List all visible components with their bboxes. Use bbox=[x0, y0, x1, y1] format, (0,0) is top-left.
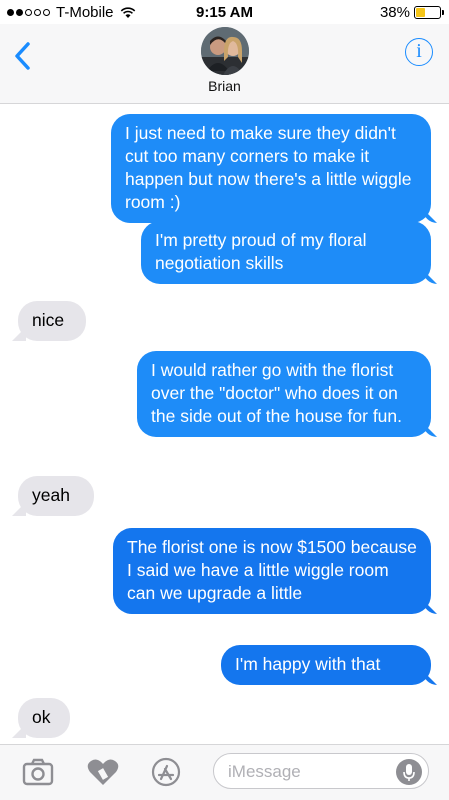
status-right: 38% bbox=[379, 4, 444, 21]
message-bubble-outgoing[interactable]: I would rather go with the florist over … bbox=[137, 351, 431, 437]
message-bubble-incoming[interactable]: nice bbox=[18, 301, 86, 341]
back-button[interactable] bbox=[10, 38, 38, 74]
message-bubble-incoming[interactable]: ok bbox=[18, 698, 70, 738]
microphone-icon bbox=[403, 764, 415, 781]
camera-icon bbox=[22, 758, 54, 786]
input-bar: iMessage bbox=[0, 744, 449, 800]
battery-level-fill bbox=[416, 8, 425, 17]
app-store-icon bbox=[151, 757, 181, 787]
message-bubble-outgoing[interactable]: The florist one is now $1500 because I s… bbox=[113, 528, 431, 614]
contact-name[interactable]: Brian bbox=[0, 78, 449, 94]
conversation-header: Brian i bbox=[0, 24, 449, 104]
battery-percent: 38% bbox=[379, 4, 410, 21]
message-bubble-incoming[interactable]: yeah bbox=[18, 476, 94, 516]
digital-touch-icon bbox=[87, 759, 119, 785]
info-icon: i bbox=[416, 40, 422, 62]
camera-button[interactable] bbox=[22, 757, 54, 787]
app-store-button[interactable] bbox=[150, 757, 182, 787]
microphone-button[interactable] bbox=[396, 759, 422, 785]
imessage-placeholder: iMessage bbox=[228, 762, 301, 781]
imessage-input[interactable]: iMessage bbox=[213, 753, 429, 789]
contact-avatar[interactable] bbox=[201, 27, 249, 75]
chevron-left-icon bbox=[15, 42, 30, 70]
message-bubble-outgoing[interactable]: I just need to make sure they didn't cut… bbox=[111, 114, 431, 223]
info-button[interactable]: i bbox=[405, 38, 433, 66]
status-bar: T-Mobile 9:15 AM 38% bbox=[0, 0, 449, 24]
avatar-photo-icon bbox=[201, 27, 249, 75]
battery-icon bbox=[414, 6, 444, 19]
message-bubble-outgoing[interactable]: I'm happy with that bbox=[221, 645, 431, 685]
digital-touch-button[interactable] bbox=[86, 757, 119, 787]
message-thread[interactable]: I just need to make sure they didn't cut… bbox=[0, 104, 449, 744]
message-bubble-outgoing[interactable]: I'm pretty proud of my floral negotiatio… bbox=[141, 221, 431, 284]
